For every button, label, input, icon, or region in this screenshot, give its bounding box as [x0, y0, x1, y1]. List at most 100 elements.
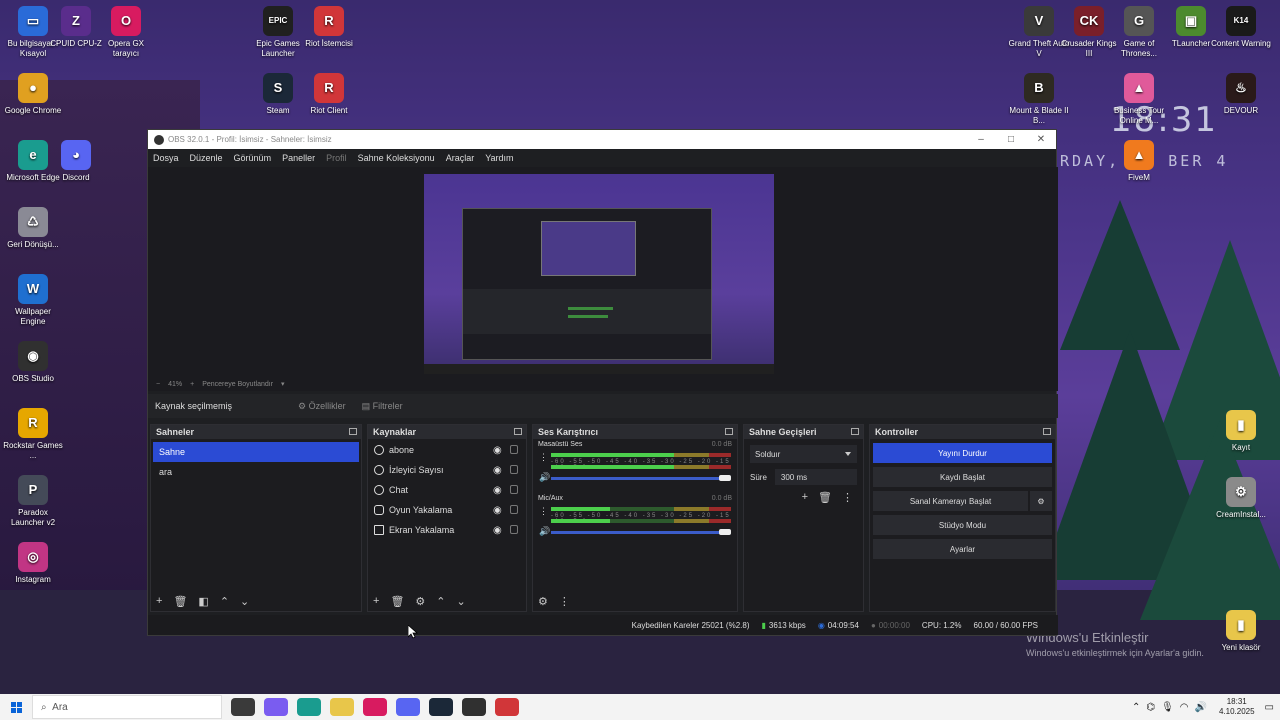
copilot-icon[interactable] — [264, 698, 288, 716]
microphone-icon[interactable]: 🎙 — [1161, 702, 1174, 713]
desktop-icon[interactable]: ▲ Business Tour Online M... — [1108, 73, 1170, 126]
preview-canvas[interactable] — [424, 174, 774, 374]
filters-button[interactable]: ▤ Filtreler — [362, 401, 403, 412]
network-icon[interactable]: ⌬ — [1146, 702, 1155, 713]
desktop-icon[interactable]: K14 Content Warning — [1210, 6, 1272, 49]
gear-icon[interactable]: ⚙ — [538, 595, 548, 608]
close-button[interactable]: ✕ — [1026, 134, 1056, 145]
undock-icon[interactable] — [1043, 428, 1051, 435]
desktop-icon[interactable]: R Riot İstemcisi — [298, 6, 360, 49]
volume-slider[interactable] — [551, 531, 726, 534]
desktop-icon[interactable]: e Microsoft Edge — [2, 140, 64, 183]
steam-icon[interactable] — [429, 698, 453, 716]
obs-icon[interactable] — [462, 698, 486, 716]
speaker-icon[interactable]: 🔊 — [539, 526, 550, 537]
lock-icon[interactable] — [510, 465, 518, 474]
lock-icon[interactable] — [510, 485, 518, 494]
volume-slider-knob[interactable] — [719, 475, 731, 481]
desktop-icon[interactable]: ▮ Yeni klasör — [1210, 610, 1272, 653]
speaker-icon[interactable]: 🔊 — [539, 472, 550, 483]
menu-araclar[interactable]: Araçlar — [446, 153, 475, 163]
discord-icon[interactable] — [396, 698, 420, 716]
eye-icon[interactable]: ◉ — [493, 525, 502, 536]
desktop-icon[interactable]: B Mount & Blade II B... — [1008, 73, 1070, 126]
start-virtual-camera-button[interactable]: Sanal Kamerayı Başlat — [873, 491, 1028, 511]
gear-icon[interactable]: ⚙ — [415, 595, 425, 608]
menu-yardim[interactable]: Yardım — [485, 153, 513, 163]
menu-sahne-koleksiyonu[interactable]: Sahne Koleksiyonu — [358, 153, 435, 163]
add-icon[interactable]: + — [156, 595, 162, 607]
zoom-out-button[interactable]: − — [156, 381, 160, 388]
studio-mode-button[interactable]: Stüdyo Modu — [873, 515, 1052, 535]
menu-duzenle[interactable]: Düzenle — [190, 153, 223, 163]
desktop-icon[interactable]: R Riot Client — [298, 73, 360, 116]
source-item[interactable]: İzleyici Sayısı ◉ — [368, 460, 526, 480]
wifi-icon[interactable]: ◠ — [1180, 702, 1189, 713]
chevron-up-icon[interactable]: ⌃ — [1132, 702, 1140, 713]
menu-profil[interactable]: Profil — [326, 153, 347, 163]
filter-icon[interactable]: ◧ — [198, 595, 208, 608]
desktop-icon[interactable]: ◉ OBS Studio — [2, 341, 64, 384]
obs-titlebar[interactable]: OBS 32.0.1 - Profil: İsimsiz - Sahneler:… — [148, 130, 1056, 149]
eye-icon[interactable]: ◉ — [493, 445, 502, 456]
desktop-icon[interactable]: ♨ DEVOUR — [1210, 73, 1272, 116]
taskbar-clock[interactable]: 18:31 4.10.2025 — [1219, 697, 1255, 717]
source-item[interactable]: abone ◉ — [368, 440, 526, 460]
chevron-down-icon[interactable]: ▾ — [281, 380, 285, 388]
move-down-icon[interactable]: ⌄ — [240, 595, 249, 608]
explorer-icon[interactable] — [330, 698, 354, 716]
trash-icon[interactable]: 🗑 — [390, 595, 404, 608]
taskbar-search[interactable]: ⌕ Ara — [32, 695, 222, 719]
properties-button[interactable]: ⚙ Özellikler — [298, 401, 346, 412]
settings-button[interactable]: Ayarlar — [873, 539, 1052, 559]
move-up-icon[interactable]: ⌃ — [436, 595, 445, 608]
source-item[interactable]: Chat ◉ — [368, 480, 526, 500]
trash-icon[interactable]: 🗑 — [818, 491, 832, 504]
kebab-menu-icon[interactable]: ⋮ — [559, 595, 570, 608]
start-button[interactable] — [0, 701, 32, 713]
desktop-icon[interactable]: W Wallpaper Engine — [2, 274, 64, 327]
source-item[interactable]: Ekran Yakalama ◉ — [368, 520, 526, 540]
desktop-icon[interactable]: ⚙ CreamInstal... — [1210, 477, 1272, 520]
add-icon[interactable]: + — [373, 595, 379, 607]
menu-paneller[interactable]: Paneller — [282, 153, 315, 163]
preview-area[interactable] — [148, 167, 1058, 377]
menu-gorunum[interactable]: Görünüm — [234, 153, 272, 163]
source-item[interactable]: Oyun Yakalama ◉ — [368, 500, 526, 520]
fit-to-window-button[interactable]: Pencereye Boyutlandır — [202, 381, 273, 388]
stop-streaming-button[interactable]: Yayını Durdur — [873, 443, 1052, 463]
desktop-icon[interactable]: P Paradox Launcher v2 — [2, 475, 64, 528]
notification-icon[interactable]: ▭ — [1265, 702, 1274, 713]
volume-slider[interactable] — [551, 477, 726, 480]
lock-icon[interactable] — [510, 445, 518, 454]
scene-item[interactable]: Sahne — [153, 442, 359, 462]
desktop-icon[interactable]: ♺ Geri Dönüşü... — [2, 207, 64, 250]
volume-icon[interactable]: 🔊 — [1195, 702, 1207, 713]
menu-dosya[interactable]: Dosya — [153, 153, 179, 163]
add-icon[interactable]: + — [802, 491, 808, 504]
desktop-icon[interactable]: ▲ FiveM — [1108, 140, 1170, 183]
eye-icon[interactable]: ◉ — [493, 485, 502, 496]
duration-spinbox[interactable]: 300 ms — [774, 469, 857, 485]
volume-slider-knob[interactable] — [719, 529, 731, 535]
undock-icon[interactable] — [851, 428, 859, 435]
move-down-icon[interactable]: ⌄ — [457, 595, 466, 608]
start-recording-button[interactable]: Kaydı Başlat — [873, 467, 1052, 487]
move-up-icon[interactable]: ⌃ — [220, 595, 229, 608]
transition-select[interactable]: Solduır — [750, 445, 857, 463]
task-view-icon[interactable] — [231, 698, 255, 716]
minimize-button[interactable]: – — [966, 134, 996, 145]
undock-icon[interactable] — [349, 428, 357, 435]
maximize-button[interactable]: □ — [996, 134, 1026, 145]
eye-icon[interactable]: ◉ — [493, 465, 502, 476]
eye-icon[interactable]: ◉ — [493, 505, 502, 516]
lock-icon[interactable] — [510, 525, 518, 534]
kebab-menu-icon[interactable]: ⋮ — [842, 491, 853, 504]
desktop-icon[interactable]: ◎ Instagram — [2, 542, 64, 585]
desktop-icon[interactable]: ▮ Kayıt — [1210, 410, 1272, 453]
desktop-icon[interactable]: O Opera GX tarayıcı — [95, 6, 157, 59]
scene-item[interactable]: ara — [153, 462, 359, 482]
undock-icon[interactable] — [725, 428, 733, 435]
desktop-icon[interactable]: R Rockstar Games ... — [2, 408, 64, 461]
trash-icon[interactable]: 🗑 — [173, 595, 187, 608]
